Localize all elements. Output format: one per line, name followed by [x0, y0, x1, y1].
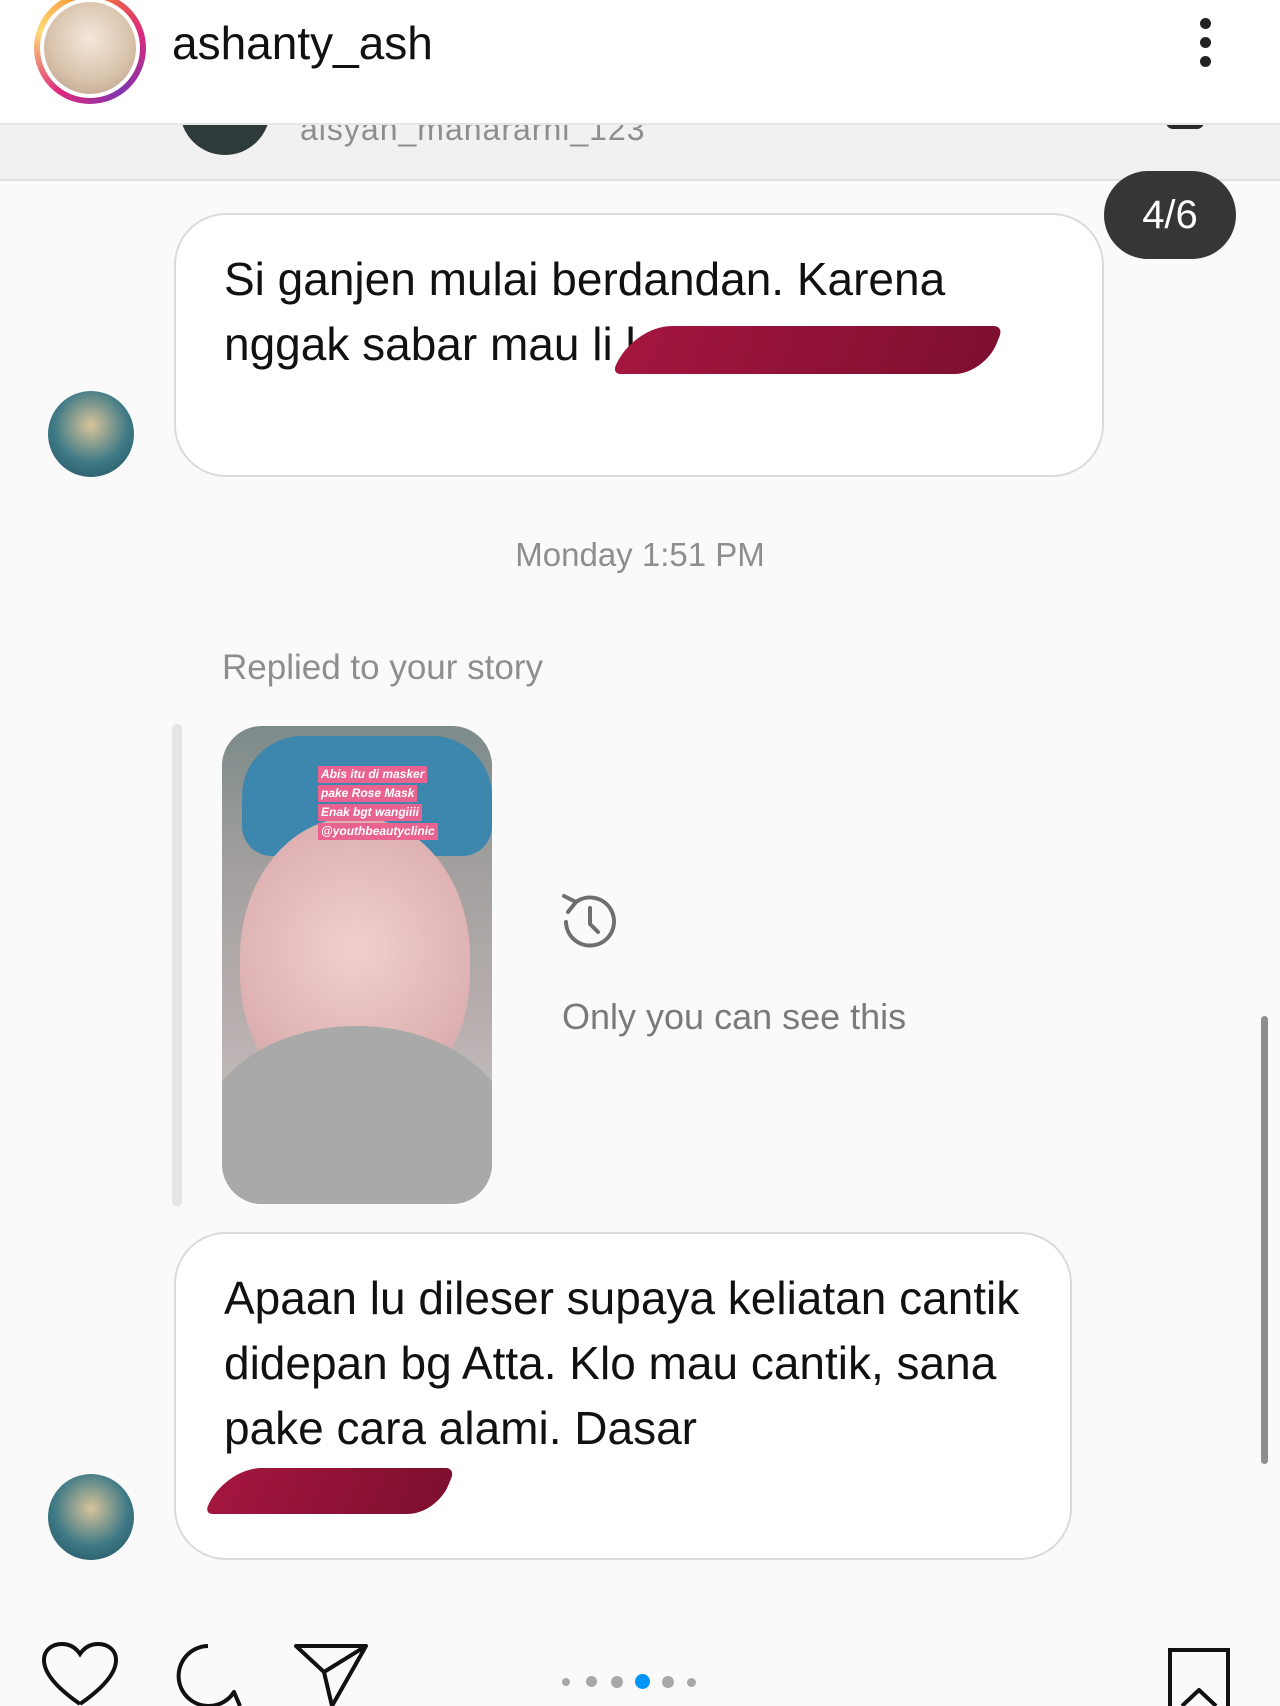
message-timestamp: Monday 1:51 PM: [515, 536, 765, 573]
previous-sender-avatar: [180, 125, 270, 155]
previous-strip-mark: [1166, 125, 1204, 129]
reply-indicator-bar: [172, 724, 182, 1206]
carousel-dot: [611, 1676, 623, 1688]
more-options-icon[interactable]: [1190, 18, 1220, 78]
profile-avatar[interactable]: [34, 0, 146, 104]
previous-sender-name: aisyah_mahararni_123: [300, 125, 646, 147]
carousel-dot: [586, 1676, 597, 1687]
avatar-image: [40, 0, 140, 98]
post-action-bar: [0, 1630, 1280, 1706]
post-header: ashanty_ash: [0, 0, 1280, 125]
message-text: Apaan lu dileser supaya keliatan cantik …: [224, 1272, 1020, 1454]
visibility-note: Only you can see this: [562, 996, 907, 1037]
sender-avatar[interactable]: [48, 1474, 134, 1560]
hoodie: [222, 1026, 492, 1204]
history-icon: [562, 894, 616, 948]
story-caption: Abis itu di masker pake Rose Mask Enak b…: [318, 766, 484, 842]
sender-avatar[interactable]: [48, 391, 134, 477]
paper-plane-icon[interactable]: [292, 1642, 372, 1706]
carousel-dot-active: [635, 1674, 650, 1689]
carousel-counter: 4/6: [1104, 171, 1236, 259]
carousel-dot: [562, 1678, 570, 1686]
carousel-dot: [662, 1676, 674, 1688]
replied-to-story-label: Replied to your story: [222, 648, 543, 687]
heart-icon[interactable]: [40, 1642, 120, 1706]
redaction-scribble: [612, 326, 1004, 374]
bookmark-icon[interactable]: [1166, 1646, 1232, 1706]
story-thumbnail[interactable]: Abis itu di masker pake Rose Mask Enak b…: [222, 726, 492, 1204]
carousel-dot: [687, 1678, 696, 1687]
scrollbar[interactable]: [1261, 1016, 1268, 1464]
previous-message-strip: aisyah_mahararni_123: [0, 125, 1280, 181]
comment-icon[interactable]: [168, 1642, 248, 1706]
username[interactable]: ashanty_ash: [172, 16, 433, 70]
redaction-scribble: [204, 1468, 456, 1514]
